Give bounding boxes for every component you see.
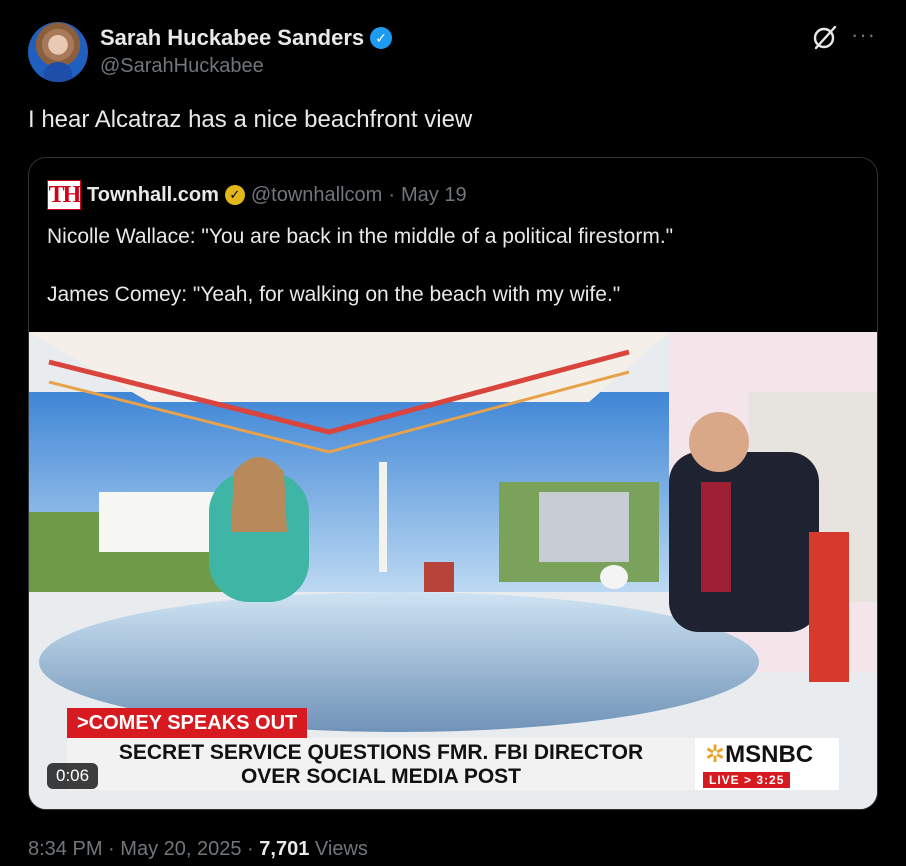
author-name[interactable]: Sarah Huckabee Sanders — [100, 25, 364, 51]
video-duration: 0:06 — [47, 763, 99, 789]
peacock-icon: ✲ — [705, 741, 726, 768]
author-name-row: Sarah Huckabee Sanders ✓ — [100, 25, 393, 51]
quote-text: Nicolle Wallace: "You are back in the mi… — [47, 222, 857, 309]
meta-separator: · — [108, 838, 115, 860]
quote-author-name[interactable]: Townhall.com — [87, 184, 219, 207]
quote-date[interactable]: May 19 — [401, 184, 467, 207]
meta-separator: · — [247, 838, 254, 860]
gold-verified-badge-icon[interactable]: ✓ — [224, 185, 245, 205]
author-handle[interactable]: @SarahHuckabee — [100, 55, 264, 78]
quote-author-handle: @townhallcom — [250, 183, 383, 206]
quote-text-line-1: Nicolle Wallace: "You are back in the mi… — [47, 225, 674, 248]
quote-header: TH Townhall.com ✓ @townhallcom · May 19 — [47, 180, 467, 210]
verified-badge-icon[interactable]: ✓ — [370, 27, 393, 49]
tweet-text: I hear Alcatraz has a nice beachfront vi… — [28, 106, 473, 133]
views-count[interactable]: 7,701 — [259, 838, 309, 860]
segment-tag: >COMEY SPEAKS OUT — [67, 708, 308, 738]
msnbc-logo: ✲MSNBC — [705, 740, 813, 769]
tweet-metadata: 8:34 PM · May 20, 2025 · 7,701 Views — [28, 838, 368, 861]
quoted-tweet[interactable]: TH Townhall.com ✓ @townhallcom · May 19 … — [28, 157, 878, 810]
tweet-time[interactable]: 8:34 PM — [28, 838, 102, 860]
live-indicator: LIVE > 3:25 — [703, 772, 791, 788]
avatar[interactable] — [28, 22, 88, 82]
video-player[interactable]: >COMEY SPEAKS OUT SECRET SERVICE QUESTIO… — [29, 332, 877, 809]
headline-line-1: SECRET SERVICE QUESTIONS FMR. FBI DIRECT… — [118, 741, 644, 764]
townhall-logo[interactable]: TH — [47, 180, 81, 210]
news-headline: SECRET SERVICE QUESTIONS FMR. FBI DIRECT… — [67, 738, 695, 790]
quote-text-line-2: James Comey: "Yeah, for walking on the b… — [47, 283, 621, 306]
more-options-icon[interactable]: ··· — [851, 22, 876, 48]
news-lower-third: >COMEY SPEAKS OUT SECRET SERVICE QUESTIO… — [67, 708, 839, 790]
network-bug: ✲MSNBC LIVE > 3:25 — [695, 738, 839, 790]
grok-icon[interactable] — [812, 24, 838, 50]
views-label: Views — [314, 838, 368, 860]
tweet-header: Sarah Huckabee Sanders ✓ @SarahHuckabee … — [28, 22, 878, 84]
separator: · — [388, 183, 395, 206]
headline-line-2: OVER SOCIAL MEDIA POST — [240, 765, 522, 788]
tweet-date[interactable]: May 20, 2025 — [120, 838, 241, 860]
network-name: MSNBC — [725, 741, 814, 768]
